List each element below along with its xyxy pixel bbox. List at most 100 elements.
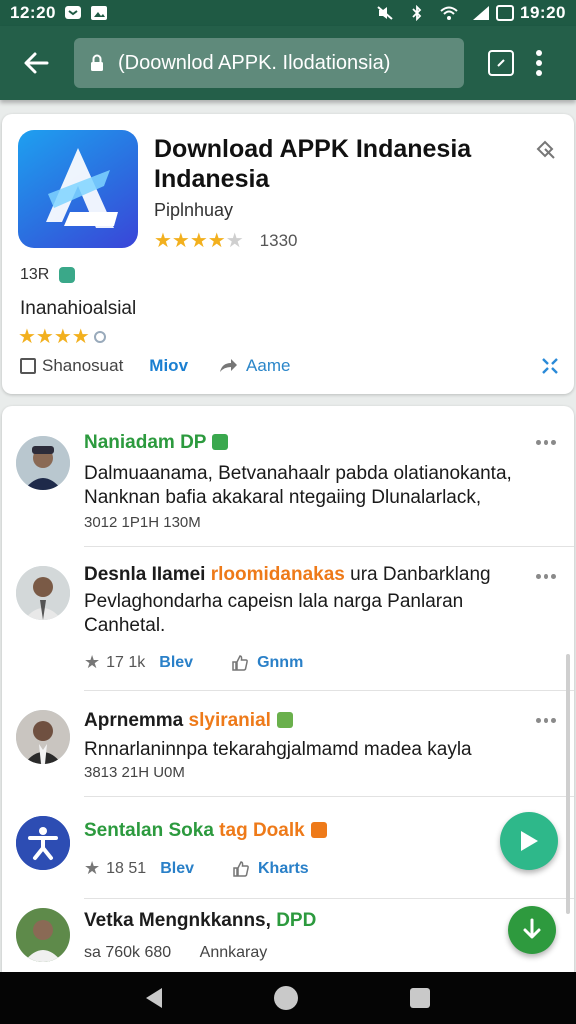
- badge-icon: [310, 822, 327, 838]
- thumbs-up-icon: [233, 860, 249, 877]
- verified-badge-icon: [212, 434, 229, 450]
- play-icon: [521, 831, 538, 851]
- avatar[interactable]: [16, 908, 70, 962]
- rating-stars: ★★★★★: [154, 230, 244, 252]
- status-clock-right: 19:20: [520, 3, 566, 22]
- nav-home-icon[interactable]: [274, 986, 298, 1010]
- info-badge-icon: [59, 267, 76, 283]
- download-arrow-icon: [523, 918, 541, 939]
- helpful-button[interactable]: Gnnm: [231, 654, 303, 672]
- scrollbar[interactable]: [566, 654, 570, 914]
- author-highlight: DPD: [276, 910, 317, 931]
- reviews-panel: Naniadam DP Dalmuaanama, Betvanahaalr pa…: [2, 406, 574, 972]
- mute-icon: [377, 6, 393, 20]
- app-avatar[interactable]: [16, 816, 70, 870]
- review-author[interactable]: Aprnemma slyiranial: [84, 710, 293, 732]
- review-text: Pevlaghondarha capeisn lala narga Panlar…: [84, 591, 464, 636]
- review-timestamp: 3813 21H U0M: [84, 764, 185, 781]
- review-menu-button[interactable]: [536, 574, 557, 579]
- avatar[interactable]: [16, 436, 70, 490]
- review-timestamp: 3012 1P1H 130M: [84, 514, 201, 531]
- battery-icon: [496, 5, 515, 21]
- message-icon: [64, 6, 81, 19]
- author-highlight: slyiranial: [188, 710, 271, 731]
- more-action[interactable]: Miov: [149, 356, 188, 376]
- back-button[interactable]: [18, 45, 54, 81]
- gear-small-icon: [93, 331, 106, 343]
- arrow-left-icon: [24, 52, 49, 74]
- overflow-menu-button[interactable]: [534, 50, 544, 76]
- status-time: 12:20: [10, 3, 56, 22]
- review-author[interactable]: Sentalan Soka tag Doalk: [84, 820, 327, 842]
- reply-button[interactable]: Blev: [160, 860, 194, 878]
- star-icon: ★: [84, 652, 101, 672]
- review-menu-button[interactable]: [536, 718, 557, 723]
- app-title: Download APPK Indanesia Indanesia: [154, 135, 472, 193]
- browser-toolbar: (Doownlod APPK. Ilodationsia): [0, 26, 576, 100]
- card-actions: Shanosuat Miov Aame: [20, 356, 560, 376]
- expand-icon[interactable]: [540, 356, 560, 376]
- share-action[interactable]: Aame: [218, 356, 290, 376]
- review-actions: ★ 17 1k Blev Gnnm: [84, 652, 303, 673]
- divider: [84, 546, 574, 547]
- app-size: 13R: [20, 266, 76, 284]
- review-actions: ★ 18 51 Blev Kharts: [84, 858, 309, 879]
- save-action[interactable]: Shanosuat: [20, 356, 123, 376]
- star-icon: ★: [84, 858, 101, 878]
- download-button[interactable]: [508, 906, 556, 954]
- like-count: 18 51: [106, 859, 147, 877]
- checkbox-icon: [20, 358, 36, 374]
- rating-count: 1330: [259, 230, 298, 250]
- review-meta: sa 760k 680 Annkaray: [84, 944, 267, 962]
- tabs-button[interactable]: [488, 50, 514, 76]
- reply-button[interactable]: Blev: [159, 654, 193, 672]
- secondary-rating-stars: ★★★★: [18, 324, 106, 349]
- verified-badge-icon: [276, 712, 293, 728]
- app-rating: ★★★★★ 1330: [154, 228, 297, 253]
- share-arrow-icon: [220, 359, 238, 372]
- play-button[interactable]: [500, 812, 558, 870]
- author-suffix: ura Danbarklang: [350, 564, 491, 585]
- review-author[interactable]: Desnla IIamei rloomidanakas ura Danbarkl…: [84, 564, 491, 586]
- thumbs-up-icon: [232, 654, 248, 671]
- bluetooth-icon: [412, 5, 422, 21]
- save-label: Shanosuat: [42, 356, 124, 375]
- app-card: Download APPK Indanesia Indanesia Piplnh…: [2, 114, 574, 394]
- app-logo-icon[interactable]: [18, 130, 138, 248]
- signal-icon: [473, 6, 490, 20]
- helpful-label: Kharts: [257, 859, 309, 877]
- accessibility-icon: [16, 816, 70, 870]
- author-highlight: tag Doalk: [219, 820, 305, 841]
- pin-icon[interactable]: [534, 138, 556, 160]
- photo-icon: [90, 6, 107, 20]
- size-label: 13R: [20, 266, 50, 283]
- like-count: 17 1k: [106, 653, 146, 671]
- tab-square-icon: [497, 59, 505, 67]
- url-text: (Doownlod APPK. Ilodationsia): [118, 51, 391, 74]
- divider: [84, 796, 574, 797]
- status-bar: 12:20 19:20: [0, 0, 576, 26]
- avatar[interactable]: [16, 566, 70, 620]
- review-author[interactable]: Vetka Mengnkkanns, DPD: [84, 910, 316, 932]
- app-category: Inanahioalsial: [20, 298, 137, 319]
- avatar[interactable]: [16, 710, 70, 764]
- wifi-icon: [440, 6, 458, 20]
- share-label: Aame: [246, 356, 291, 375]
- url-bar[interactable]: (Doownlod APPK. Ilodationsia): [74, 38, 464, 88]
- review-meta-extra: Annkaray: [199, 944, 268, 961]
- review-author[interactable]: Naniadam DP: [84, 432, 229, 454]
- helpful-label: Gnnm: [257, 653, 304, 671]
- author-highlight: rloomidanakas: [210, 564, 345, 585]
- nav-back-icon[interactable]: [146, 988, 162, 1008]
- review-menu-button[interactable]: [536, 440, 557, 445]
- divider: [84, 898, 574, 899]
- divider: [84, 690, 574, 691]
- review-text: Dalmuaanama, Betvanahaalr pabda olatiano…: [84, 463, 512, 508]
- more-vert-icon: [536, 50, 542, 56]
- lock-icon: [91, 54, 103, 71]
- helpful-button[interactable]: Kharts: [232, 860, 309, 878]
- app-developer[interactable]: Piplnhuay: [154, 200, 233, 221]
- review-text: Rnnarlaninnpa tekarahgjalmamd madea kayl…: [84, 739, 472, 760]
- review-meta-value: sa 760k 680: [84, 944, 172, 961]
- nav-recents-icon[interactable]: [410, 988, 430, 1008]
